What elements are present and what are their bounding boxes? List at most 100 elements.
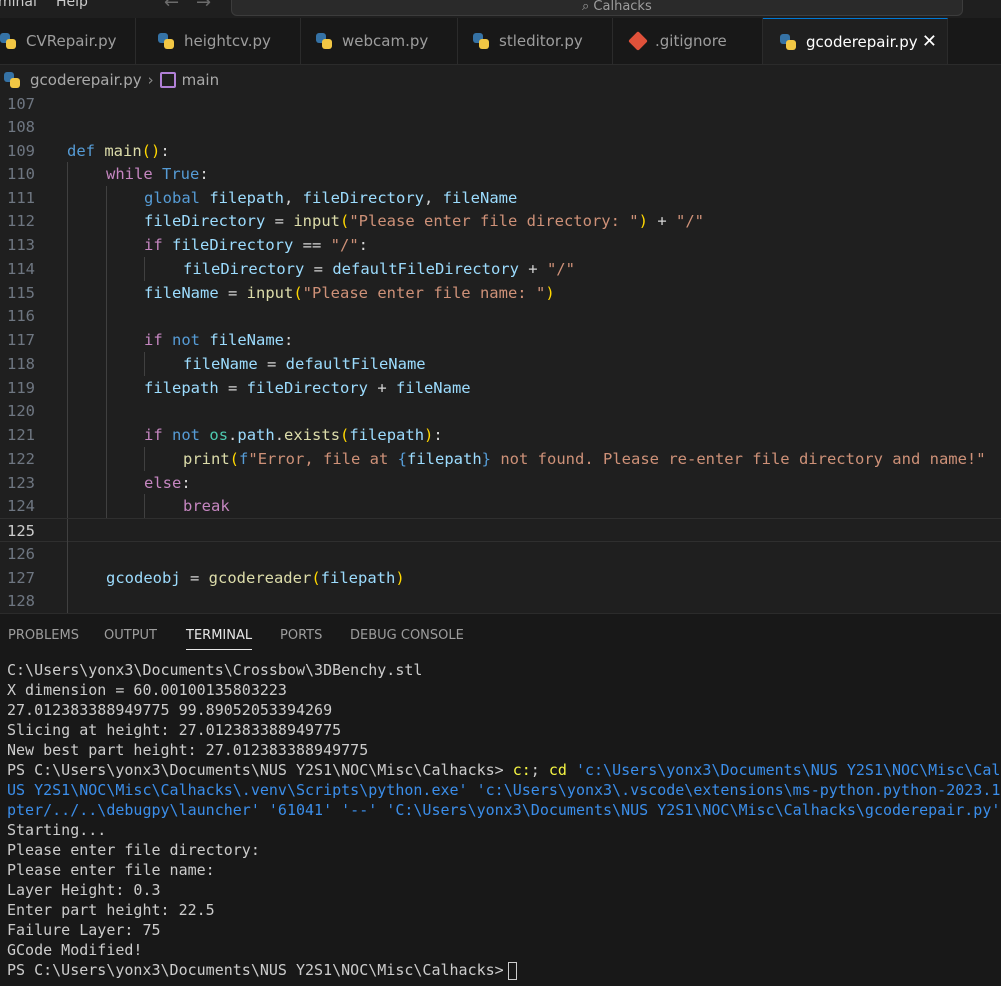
- terminal-line: pter/../..\debugpy\launcher' '61041' '--…: [7, 801, 1001, 819]
- code-text: filepath = fileDirectory + fileName: [144, 379, 471, 397]
- line-number: 122: [7, 450, 35, 468]
- tab-gitignore[interactable]: .gitignore: [613, 18, 763, 64]
- python-file-icon: [4, 72, 20, 88]
- tab-webcam[interactable]: webcam.py: [301, 18, 458, 64]
- code-line: 112 fileDirectory = input("Please enter f…: [0, 209, 1001, 233]
- title-bar: minal Help ← → ⌕ Calhacks: [0, 0, 1001, 18]
- bottom-panel: PROBLEMS OUTPUT TERMINAL PORTS DEBUG CON…: [0, 613, 1001, 986]
- terminal-line: 27.012383388949775 99.89052053394269: [7, 701, 333, 719]
- line-number: 128: [7, 592, 35, 610]
- terminal-cursor: [507, 961, 517, 980]
- code-text: global filepath, fileDirectory, fileName: [144, 189, 518, 207]
- command-center-search[interactable]: ⌕ Calhacks: [231, 0, 963, 16]
- python-file-icon: [158, 33, 174, 49]
- code-line: 108: [0, 115, 1001, 139]
- code-text: if not os.path.exists(filepath):: [144, 426, 443, 444]
- tab-heightcv[interactable]: heightcv.py: [136, 18, 301, 64]
- tab-output[interactable]: OUTPUT: [104, 628, 157, 643]
- breadcrumb: gcoderepair.py › main: [0, 65, 1001, 95]
- terminal-line: Please enter file directory:: [7, 841, 260, 859]
- python-file-icon: [316, 33, 332, 49]
- terminal-cmd: 'c:\Users\yonx3\Documents\NUS Y2S1\NOC\M…: [566, 761, 1001, 779]
- menu-help[interactable]: Help: [56, 0, 88, 10]
- tab-label: gcoderepair.py: [806, 32, 918, 51]
- code-text: while True:: [106, 165, 209, 183]
- git-file-icon: [628, 31, 648, 51]
- tab-label: webcam.py: [342, 32, 429, 50]
- terminal-cmd: c:: [512, 761, 531, 779]
- code-text: print(f"Error, file at {filepath} not fo…: [183, 450, 986, 468]
- editor-tabs: CVRepair.py heightcv.py webcam.py stledi…: [0, 18, 1001, 65]
- code-text: fileDirectory = defaultFileDirectory + "…: [183, 260, 575, 278]
- line-number: 108: [7, 118, 35, 136]
- line-number: 127: [7, 569, 35, 587]
- code-line: 126: [0, 542, 1001, 566]
- forward-arrow-icon[interactable]: →: [196, 0, 211, 13]
- line-number: 117: [7, 331, 35, 349]
- code-line: 107: [0, 95, 1001, 116]
- terminal-line: GCode Modified!: [7, 941, 143, 959]
- tab-debug-console[interactable]: DEBUG CONSOLE: [350, 628, 464, 643]
- code-line: 120: [0, 399, 1001, 423]
- terminal-line: X dimension = 60.00100135803223: [7, 681, 287, 699]
- line-number: 121: [7, 426, 35, 444]
- breadcrumb-symbol[interactable]: main: [182, 71, 219, 89]
- tab-stleditor[interactable]: stleditor.py: [458, 18, 613, 64]
- back-arrow-icon[interactable]: ←: [164, 0, 179, 13]
- code-line: 118 fileName = defaultFileName: [0, 352, 1001, 376]
- code-text: if not fileName:: [144, 331, 294, 349]
- code-line: 110 while True:: [0, 162, 1001, 186]
- terminal-line: Slicing at height: 27.012383388949775: [7, 721, 342, 739]
- line-number: 109: [7, 142, 35, 160]
- code-editor[interactable]: 107 108 109 def main(): 110 while True: 11…: [0, 95, 1001, 613]
- menu-terminal[interactable]: minal: [0, 0, 37, 10]
- terminal-line: Layer Height: 0.3: [7, 881, 161, 899]
- python-file-icon: [473, 33, 489, 49]
- tab-gcoderepair[interactable]: gcoderepair.py ✕: [763, 18, 948, 64]
- tab-ports[interactable]: PORTS: [280, 628, 322, 643]
- search-icon: ⌕: [582, 0, 590, 14]
- symbol-method-icon: [159, 72, 176, 88]
- tab-problems[interactable]: PROBLEMS: [8, 628, 79, 643]
- line-number: 115: [7, 284, 35, 302]
- tab-label: heightcv.py: [184, 32, 271, 50]
- code-text: gcodeobj = gcodereader(filepath): [106, 569, 405, 587]
- panel-tabs: PROBLEMS OUTPUT TERMINAL PORTS DEBUG CON…: [0, 614, 1001, 658]
- tab-label: .gitignore: [655, 32, 727, 50]
- terminal-line: Please enter file name:: [7, 861, 215, 879]
- terminal-line: US Y2S1\NOC\Misc\Calhacks\.venv\Scripts\…: [7, 781, 1001, 799]
- code-line: 121 if not os.path.exists(filepath):: [0, 423, 1001, 447]
- terminal-line: Failure Layer: 75: [7, 921, 161, 939]
- tab-label: CVRepair.py: [26, 32, 117, 50]
- code-line: 114 fileDirectory = defaultFileDirectory …: [0, 257, 1001, 281]
- python-file-icon: [0, 33, 16, 49]
- breadcrumb-file[interactable]: gcoderepair.py: [30, 71, 142, 89]
- code-line: 113 if fileDirectory == "/":: [0, 233, 1001, 257]
- code-text: else:: [144, 474, 191, 492]
- terminal-prompt: PS C:\Users\yonx3\Documents\NUS Y2S1\NOC…: [7, 761, 513, 779]
- terminal-prompt-line: PS C:\Users\yonx3\Documents\NUS Y2S1\NOC…: [7, 960, 1001, 980]
- terminal-output[interactable]: C:\Users\yonx3\Documents\Crossbow\3DBenc…: [7, 660, 1001, 980]
- code-line: 123 else:: [0, 471, 1001, 495]
- terminal-line: Enter part height: 22.5: [7, 901, 215, 919]
- close-icon[interactable]: ✕: [922, 31, 937, 52]
- line-number: 120: [7, 402, 35, 420]
- chevron-right-icon: ›: [147, 71, 154, 89]
- terminal-command-line: PS C:\Users\yonx3\Documents\NUS Y2S1\NOC…: [7, 760, 1001, 780]
- terminal-cmd: cd: [548, 761, 567, 779]
- line-number: 113: [7, 236, 35, 254]
- line-number: 125: [7, 522, 35, 540]
- line-number: 124: [7, 497, 35, 515]
- tab-cvrepair[interactable]: CVRepair.py: [0, 18, 136, 64]
- python-file-icon: [780, 33, 796, 50]
- line-number: 123: [7, 474, 35, 492]
- terminal-line: C:\Users\yonx3\Documents\Crossbow\3DBenc…: [7, 661, 423, 679]
- line-number: 111: [7, 189, 35, 207]
- terminal-prompt: PS C:\Users\yonx3\Documents\NUS Y2S1\NOC…: [7, 961, 504, 979]
- code-line: 128: [0, 589, 1001, 613]
- code-line: 109 def main():: [0, 139, 1001, 163]
- code-text: break: [183, 497, 230, 515]
- line-number: 118: [7, 355, 35, 373]
- line-number: 107: [7, 95, 35, 113]
- tab-terminal[interactable]: TERMINAL: [186, 628, 253, 650]
